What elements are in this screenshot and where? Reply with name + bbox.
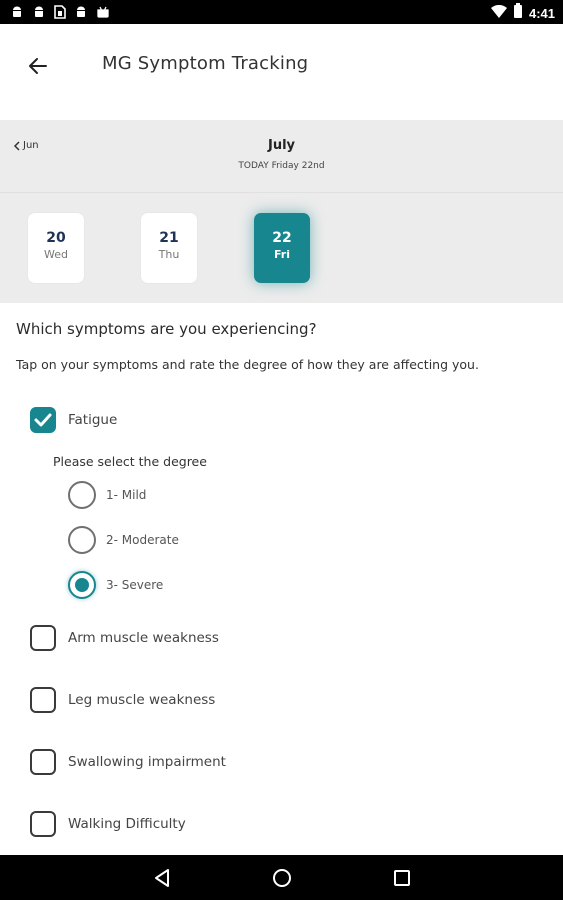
fatigue-checkbox[interactable] (30, 407, 56, 433)
recents-square-icon (394, 870, 410, 886)
symptom-leg-muscle-weakness[interactable]: Leg muscle weakness (30, 687, 215, 713)
symptom-label: Leg muscle weakness (68, 692, 216, 708)
nav-recents-button[interactable] (389, 865, 415, 891)
symptom-walking-difficulty[interactable]: Walking Difficulty (30, 811, 186, 837)
day-card-22[interactable]: 22 Fri (254, 213, 310, 283)
android-icon (96, 4, 110, 23)
nav-home-button[interactable] (269, 865, 295, 891)
day-of-week: Thu (158, 248, 180, 261)
symptom-label: Arm muscle weakness (68, 630, 219, 646)
page-title: MG Symptom Tracking (102, 53, 309, 74)
symptom-arm-muscle-weakness[interactable]: Arm muscle weakness (30, 625, 219, 651)
leg-weakness-checkbox[interactable] (30, 687, 56, 713)
sim-card-icon (54, 4, 66, 23)
today-label: TODAY Friday 22nd (238, 161, 325, 171)
symptoms-instruction: Tap on your symptoms and rate the degree… (16, 357, 479, 372)
degree-option-severe[interactable]: 3- Severe (68, 571, 163, 599)
degree-label: 2- Moderate (106, 533, 179, 547)
clock-time: 4:41 (528, 5, 555, 21)
month-name: July (267, 138, 296, 153)
degree-prompt: Please select the degree (53, 454, 207, 469)
symptom-fatigue[interactable]: Fatigue (30, 407, 117, 433)
degree-option-moderate[interactable]: 2- Moderate (68, 526, 179, 554)
calendar-header: Jun July TODAY Friday 22nd (0, 120, 563, 193)
symptom-label: Swallowing impairment (68, 754, 226, 770)
back-triangle-icon (155, 869, 169, 887)
back-button[interactable] (22, 50, 54, 82)
walking-checkbox[interactable] (30, 811, 56, 837)
wifi-icon (490, 4, 507, 23)
day-number: 22 (272, 230, 292, 246)
day-number: 21 (159, 230, 179, 246)
calendar-strip: Jun July TODAY Friday 22nd 20 Wed 21 Thu… (0, 120, 563, 303)
app-bar: MG Symptom Tracking (0, 24, 563, 120)
day-of-week: Wed (44, 248, 68, 261)
android-icon (74, 4, 88, 23)
arm-weakness-checkbox[interactable] (30, 625, 56, 651)
degree-option-mild[interactable]: 1- Mild (68, 481, 146, 509)
symptom-label: Walking Difficulty (68, 816, 186, 832)
swallowing-checkbox[interactable] (30, 749, 56, 775)
android-icon (32, 4, 46, 23)
day-card-20[interactable]: 20 Wed (28, 213, 84, 283)
moderate-radio[interactable] (68, 526, 96, 554)
symptom-label: Fatigue (68, 412, 118, 428)
severe-radio[interactable] (68, 571, 96, 599)
day-of-week: Fri (273, 248, 290, 261)
check-icon (34, 413, 52, 427)
degree-label: 1- Mild (106, 488, 147, 502)
system-nav-bar (0, 855, 563, 900)
symptoms-question: Which symptoms are you experiencing? (16, 320, 317, 338)
arrow-left-icon (29, 58, 47, 74)
android-icon (10, 4, 24, 23)
degree-label: 3- Severe (106, 578, 164, 592)
nav-back-button[interactable] (149, 865, 175, 891)
symptom-swallowing-impairment[interactable]: Swallowing impairment (30, 749, 226, 775)
mild-radio[interactable] (68, 481, 96, 509)
day-number: 20 (46, 230, 66, 246)
home-circle-icon (273, 869, 291, 887)
battery-icon (513, 3, 523, 23)
status-bar: 4:41 (0, 0, 563, 24)
day-card-21[interactable]: 21 Thu (141, 213, 197, 283)
